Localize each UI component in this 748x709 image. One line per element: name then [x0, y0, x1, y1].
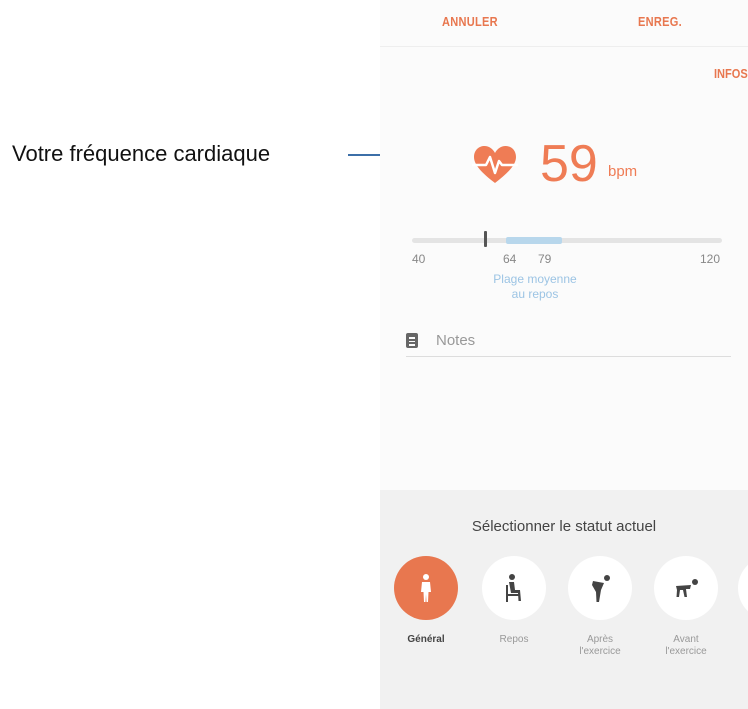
status-sheet-title: Sélectionner le statut actuel — [471, 518, 657, 535]
notes-placeholder: Notes — [436, 332, 476, 349]
top-action-bar: ANNULER ENREG. — [380, 0, 748, 47]
range-min-label: 40 — [412, 252, 426, 266]
stretching-person-icon — [676, 579, 698, 597]
phone-screen: ANNULER ENREG. INFOS 59 bpm 40 64 79 120… — [380, 0, 748, 709]
status-circle[interactable] — [482, 556, 546, 620]
status-option-after-exercise[interactable]: Après l'exercice — [560, 556, 640, 658]
save-button[interactable]: ENREG. — [638, 14, 682, 29]
range-caption: Plage moyenne au repos — [470, 272, 600, 302]
status-circle[interactable] — [568, 556, 632, 620]
status-option-rest[interactable]: Repos — [474, 556, 554, 646]
range-track — [412, 238, 722, 243]
resting-range-fill — [506, 237, 562, 244]
status-label: Repos — [474, 634, 554, 646]
heart-rate-value: 59 — [540, 135, 598, 193]
range-high-label: 79 — [538, 252, 552, 266]
range-caption-line2: au repos — [511, 287, 559, 301]
status-label: Avant l'exercice — [646, 634, 726, 658]
current-value-marker — [484, 231, 487, 247]
status-option-general[interactable]: Général — [386, 556, 466, 646]
heart-rate-unit: bpm — [608, 163, 638, 180]
status-label-line1: Avant — [673, 634, 699, 645]
annotation-label: Votre fréquence cardiaque — [12, 141, 271, 166]
sitting-person-icon — [506, 574, 521, 602]
status-label-line1: Général — [407, 634, 445, 645]
range-max-label: 120 — [700, 252, 721, 266]
cancel-button[interactable]: ANNULER — [442, 14, 498, 29]
status-label: Général — [386, 634, 466, 646]
status-option-more[interactable] — [738, 556, 748, 620]
status-circle[interactable] — [738, 556, 748, 620]
status-label-line1: Après — [586, 634, 614, 645]
note-icon — [406, 333, 418, 348]
status-sheet: Sélectionner le statut actuel Général Re… — [380, 490, 748, 709]
status-label-line2: l'exercice — [665, 646, 707, 657]
heart-pulse-icon — [472, 146, 518, 183]
status-circle[interactable] — [654, 556, 718, 620]
status-option-before-exercise[interactable]: Avant l'exercice — [646, 556, 726, 658]
bent-over-person-icon — [592, 575, 610, 602]
range-caption-line1: Plage moyenne — [493, 272, 577, 286]
range-low-label: 64 — [503, 252, 517, 266]
status-label-line2: l'exercice — [579, 646, 621, 657]
status-label: Après l'exercice — [560, 634, 640, 658]
notes-field[interactable]: Notes — [406, 330, 731, 357]
status-label-line1: Repos — [499, 634, 529, 645]
info-button[interactable]: INFOS — [714, 66, 748, 81]
standing-person-icon — [421, 574, 431, 602]
status-circle[interactable] — [394, 556, 458, 620]
